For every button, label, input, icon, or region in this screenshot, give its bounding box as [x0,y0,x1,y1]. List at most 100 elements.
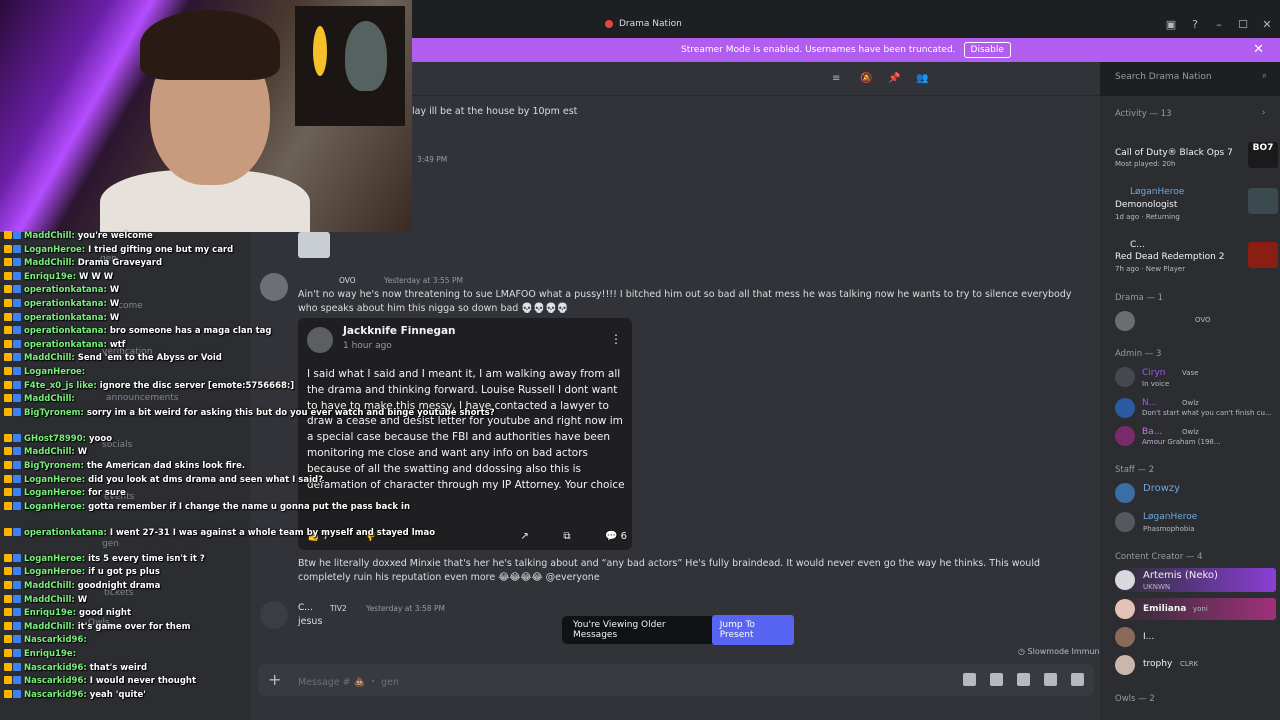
stream-chat-user: Nascarkid96: [24,689,87,700]
stream-chat-text: W [106,299,120,309]
help-icon[interactable]: ? [1188,18,1202,32]
avatar[interactable] [1115,483,1135,503]
user-tag: CLRK [1180,660,1199,668]
mod-badge-icon [13,553,21,562]
member-name[interactable]: Artemis (Neko) [1143,570,1218,581]
poster-light [313,26,327,76]
stream-chat-user: LoganHeroe: [24,244,86,255]
avatar[interactable] [1115,398,1135,418]
sub-badge-icon [4,407,12,416]
sub-badge-icon [4,474,12,483]
game-art-demonologist [1248,188,1278,214]
mod-badge-icon [13,394,21,403]
stream-chat-line: MaddChill: Drama Graveyard [4,258,162,269]
activity-user[interactable]: C... [1130,240,1145,250]
stream-chat-user: MaddChill: [24,621,75,632]
jump-to-present-button[interactable]: Jump To Present [711,615,794,645]
older-messages-bar: You're Viewing Older Messages Jump To Pr… [562,615,794,645]
member-name[interactable]: LøganHeroe [1143,512,1197,522]
member-name[interactable]: N... [1142,398,1157,408]
avatar[interactable] [1115,655,1135,675]
sub-badge-icon [4,567,12,576]
avatar[interactable] [1115,599,1135,619]
stream-chat-text: gotta remember if I change the name u go… [85,501,410,512]
inbox-icon[interactable]: ▣ [1164,18,1178,32]
stream-chat-line: MaddChill: it's game over for them [4,621,191,633]
threads-icon[interactable]: ≡ [832,72,846,86]
sub-badge-icon [4,621,12,630]
stream-chat-user: F4te_x0_js like: [24,380,97,391]
share-icon[interactable]: ↗ [520,531,528,542]
close-icon[interactable]: ✕ [1260,18,1274,32]
mod-badge-icon [13,299,21,307]
clock-icon: ◷ [1018,647,1028,656]
gift-icon[interactable] [963,673,976,686]
user-tag: Vase [1182,369,1199,377]
member-name[interactable]: trophy [1143,659,1172,669]
comments-button[interactable]: 💬 6 [605,531,627,542]
sub-badge-icon [4,461,12,469]
sub-badge-icon [4,326,12,335]
role-header-drama: Drama — 1 [1115,293,1164,303]
stream-chat-user: MaddChill: [24,353,75,364]
slowmode-indicator: ◷ Slowmode Immune [1018,647,1105,656]
stream-chat-user: Nascarkid96: [24,635,87,646]
user-tag: OVO [1195,316,1211,324]
sub-badge-icon [4,635,12,644]
remix-icon[interactable]: ⧉ [563,531,570,542]
member-name[interactable]: Ciryn [1142,368,1166,378]
sticker-icon[interactable] [1017,673,1030,686]
stream-chat-line: LoganHeroe: if u got ps plus [4,567,160,578]
slowmode-text: Slowmode Immune [1027,647,1105,656]
stream-chat-text: W [74,447,88,458]
stream-chat-text: W [74,594,88,605]
stream-chat-text: its 5 every time isn't it ? [85,553,205,564]
sub-badge-icon [4,394,12,403]
avatar[interactable] [1115,570,1135,590]
activity-game: Call of Duty® Black Ops 7 [1115,148,1233,158]
member-name[interactable]: I... [1143,632,1154,642]
sub-badge-icon [4,594,12,603]
pin-icon[interactable]: 📌 [888,72,902,86]
more-options-icon[interactable]: ⋮ [610,332,622,346]
activity-user[interactable]: LøganHeroe [1130,187,1184,197]
member-list-icon[interactable]: 👥 [916,72,930,86]
activity-header[interactable]: Activity — 13 [1115,109,1172,119]
chevron-right-icon[interactable]: › [1262,108,1265,118]
stream-chat-user: operationkatana: [24,527,107,538]
disable-button[interactable]: Disable [963,42,1011,58]
avatar[interactable] [1115,512,1135,532]
sub-badge-icon [4,689,12,698]
stream-chat-line: BigTyronem: the American dad skins look … [4,461,245,472]
stream-chat-text: it's game over for them [74,621,191,632]
apps-icon[interactable] [1071,673,1084,686]
mute-icon[interactable]: 🔕 [860,72,874,86]
message-composer[interactable]: + Message # 💩 ・ gen [258,664,1094,696]
search-input[interactable]: Search Drama Nation ⌕ [1107,68,1273,88]
stream-chat-text: the American dad skins look fire. [83,461,246,471]
emoji-icon[interactable] [1044,673,1057,686]
stream-chat-text: Send 'em to the Abyss or Void [74,353,222,364]
avatar[interactable] [1115,426,1135,446]
member-name[interactable]: Emiliana [1143,604,1186,614]
avatar[interactable] [1115,367,1135,387]
gif-icon[interactable] [990,673,1003,686]
mod-badge-icon [13,567,21,576]
member-name[interactable]: Ba... [1142,427,1162,437]
stream-chat-text: I went 27-31 I was against a whole team … [106,527,436,538]
sub-badge-icon [4,380,12,389]
minimize-icon[interactable]: – [1212,18,1226,32]
stream-chat-text: ignore the disc server [emote:5756668:] [96,380,295,391]
stream-chat-line: operationkatana: W [4,285,119,296]
sub-badge-icon [4,244,12,253]
activity-game: Red Dead Redemption 2 [1115,252,1225,262]
mod-badge-icon [13,501,21,510]
avatar[interactable] [1115,311,1135,331]
banner-close-icon[interactable]: ✕ [1253,42,1264,57]
stream-chat-line: LoganHeroe: [4,367,85,378]
mod-badge-icon [13,339,21,348]
maximize-icon[interactable]: ☐ [1236,18,1250,32]
stream-chat-line: Nascarkid96: I would never thought [4,676,196,687]
avatar[interactable] [1115,627,1135,647]
member-name[interactable]: Drowzy [1143,483,1180,494]
